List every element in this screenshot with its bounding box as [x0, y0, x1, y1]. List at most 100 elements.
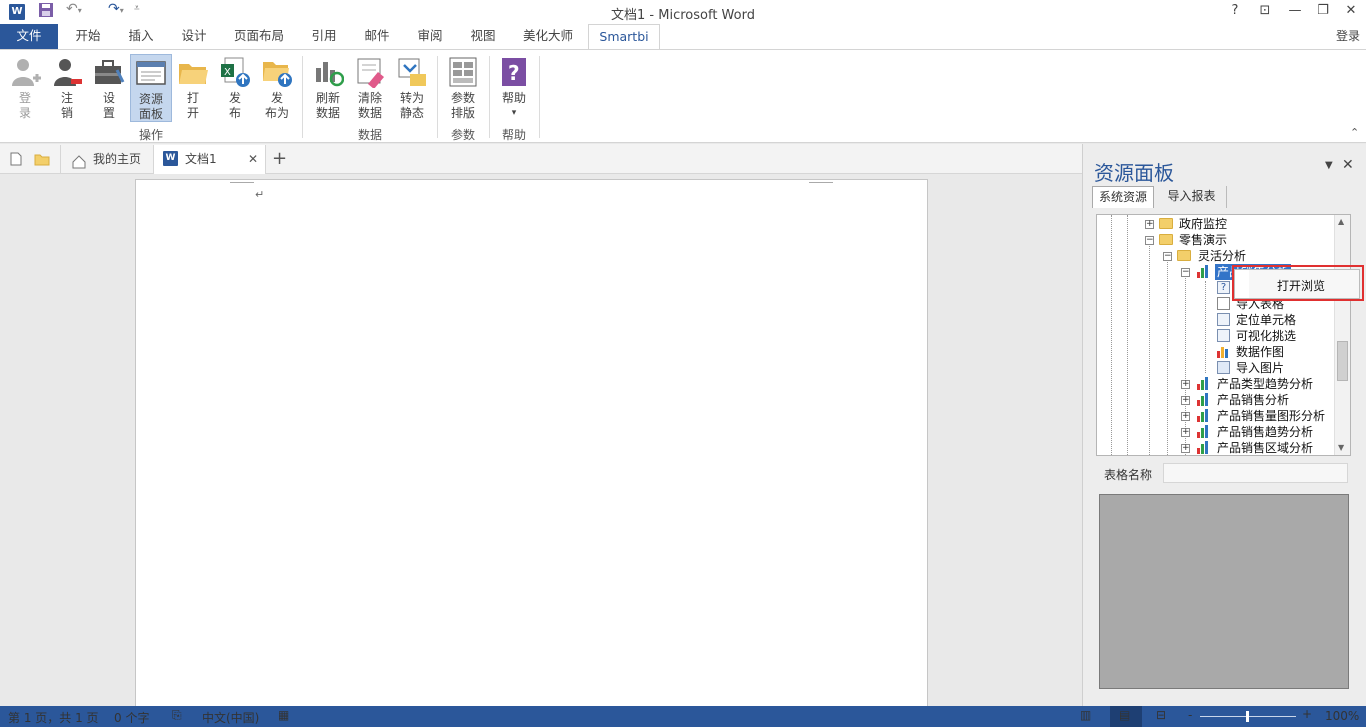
collapse-toggle[interactable]: −: [1181, 268, 1190, 277]
expand-toggle[interactable]: +: [1181, 428, 1190, 437]
tab-document[interactable]: W 文档1 ✕: [154, 145, 266, 174]
expand-toggle[interactable]: +: [1181, 444, 1190, 453]
tree-item-sales-region[interactable]: 产品销售区域分析: [1217, 440, 1313, 455]
collapse-toggle[interactable]: −: [1163, 252, 1172, 261]
tab-mailings[interactable]: 邮件: [352, 24, 402, 50]
margin-mark-right: [809, 180, 833, 183]
tree-item-gov-monitor[interactable]: 政府监控: [1179, 216, 1227, 232]
macro-icon[interactable]: ▦: [278, 708, 289, 722]
report-chart-icon: [1197, 393, 1211, 406]
tab-my-home[interactable]: 我的主页: [60, 145, 154, 174]
preview-area: [1099, 494, 1349, 689]
group-label-help: 帮助: [501, 128, 526, 142]
word-doc-icon: W: [163, 151, 178, 166]
resource-tree[interactable]: + 政府监控 − 零售演示 − 灵活分析 − 产品销售分析 ? 导入表格 定位单…: [1096, 214, 1351, 456]
tab-import-report[interactable]: 导入报表: [1157, 186, 1227, 208]
tab-file[interactable]: 文件: [0, 24, 58, 50]
proofing-icon[interactable]: ⎘: [172, 708, 182, 723]
tab-references[interactable]: 引用: [298, 24, 350, 50]
web-layout-icon[interactable]: ⊟: [1156, 708, 1166, 722]
publish-button[interactable]: X 发 布: [216, 54, 254, 122]
expand-toggle[interactable]: +: [1145, 220, 1154, 229]
expand-toggle[interactable]: +: [1181, 380, 1190, 389]
scroll-up-icon[interactable]: ▲: [1338, 217, 1344, 226]
print-layout-icon[interactable]: ▤: [1119, 708, 1130, 722]
tab-view[interactable]: 视图: [458, 24, 508, 50]
open-button[interactable]: 打 开: [174, 54, 212, 122]
tree-item-product-sales[interactable]: 产品销售分析: [1217, 392, 1289, 408]
tab-smartbi[interactable]: Smartbi: [588, 24, 660, 51]
tree-item-sales-volume-chart[interactable]: 产品销售量图形分析: [1217, 408, 1325, 424]
pane-close-icon[interactable]: ✕: [1342, 157, 1354, 173]
clear-data-button[interactable]: 清除 数据: [350, 54, 390, 122]
zoom-slider-thumb[interactable]: [1246, 711, 1249, 722]
data-chart-icon: [1217, 345, 1231, 358]
status-word-count[interactable]: 0 个字: [114, 709, 149, 726]
read-mode-icon[interactable]: ▥: [1080, 708, 1091, 722]
status-page[interactable]: 第 1 页，共 1 页: [8, 709, 99, 726]
expand-toggle[interactable]: +: [1181, 412, 1190, 421]
expand-toggle[interactable]: +: [1181, 396, 1190, 405]
ribbon-separator: [437, 56, 438, 138]
status-language[interactable]: 中文(中国): [202, 709, 259, 726]
publish-label-1: 发: [228, 91, 241, 105]
tab-insert[interactable]: 插入: [116, 24, 166, 50]
collapse-toggle[interactable]: −: [1145, 236, 1154, 245]
clear-label-1: 清除: [357, 91, 382, 105]
pane-options-icon[interactable]: ▼: [1325, 160, 1333, 171]
settings-button[interactable]: 设 置: [90, 54, 128, 122]
resource-panel-button[interactable]: 资源 面板: [130, 54, 172, 122]
scroll-thumb[interactable]: [1337, 341, 1348, 381]
tree-item-locate-cell[interactable]: 定位单元格: [1236, 312, 1296, 328]
tree-item-retail-demo[interactable]: 零售演示: [1179, 232, 1227, 248]
open-label-2: 开: [186, 106, 199, 120]
publish-as-button[interactable]: 发 布为: [258, 54, 296, 122]
refresh-label-1: 刷新: [315, 91, 340, 105]
to-static-button[interactable]: 转为 静态: [392, 54, 432, 122]
zoom-in-button[interactable]: +: [1302, 707, 1312, 721]
eraser-icon: [354, 56, 386, 89]
tree-item-flex-analysis[interactable]: 灵活分析: [1198, 248, 1246, 264]
tree-guide: [1127, 215, 1128, 455]
scroll-down-icon[interactable]: ▼: [1338, 443, 1344, 452]
help-label-1: 帮助: [501, 91, 526, 105]
tree-item-product-type-trend[interactable]: 产品类型趋势分析: [1217, 376, 1313, 392]
panel-icon: [135, 57, 167, 89]
help-ribbon-button[interactable]: ? 帮助 ▾: [494, 54, 534, 122]
tab-meihua[interactable]: 美化大师: [510, 24, 586, 50]
tree-scrollbar[interactable]: ▲ ▼: [1334, 215, 1350, 455]
group-label-operations: 操作: [138, 128, 163, 142]
collapse-ribbon-icon[interactable]: ⌃: [1350, 126, 1359, 139]
tab-page-layout[interactable]: 页面布局: [222, 24, 296, 50]
minimize-button[interactable]: —: [1282, 3, 1308, 18]
new-doc-icon[interactable]: [10, 152, 22, 169]
add-tab-icon[interactable]: +: [272, 145, 292, 174]
login-link[interactable]: 登录: [1330, 24, 1366, 50]
report-chart-icon: [1197, 425, 1211, 438]
group-label-data: 数据: [357, 128, 382, 142]
tree-item-import-image[interactable]: 导入图片: [1236, 360, 1284, 376]
login-button[interactable]: 登 录: [6, 54, 44, 122]
close-button[interactable]: ✕: [1338, 3, 1364, 18]
refresh-label-2: 数据: [315, 106, 340, 120]
tab-system-resources[interactable]: 系统资源: [1092, 186, 1154, 208]
tab-design[interactable]: 设计: [168, 24, 220, 50]
tab-review[interactable]: 审阅: [404, 24, 456, 50]
folder-publish-icon: [261, 56, 293, 88]
document-page[interactable]: ↵: [135, 179, 928, 719]
open-folder-icon[interactable]: [34, 153, 50, 169]
close-tab-icon[interactable]: ✕: [248, 145, 258, 173]
zoom-level[interactable]: 100%: [1325, 709, 1359, 723]
maximize-button[interactable]: ❐: [1310, 3, 1336, 18]
tree-item-visual-pick[interactable]: 可视化挑选: [1236, 328, 1296, 344]
tree-item-sales-trend[interactable]: 产品销售趋势分析: [1217, 424, 1313, 440]
logout-button[interactable]: 注 销: [48, 54, 86, 122]
tab-home[interactable]: 开始: [62, 24, 114, 50]
help-button[interactable]: ?: [1222, 3, 1248, 18]
ribbon-display-options-icon[interactable]: ⊡: [1252, 3, 1278, 18]
table-name-field[interactable]: [1163, 463, 1348, 483]
tree-item-data-chart[interactable]: 数据作图: [1236, 344, 1284, 360]
refresh-data-button[interactable]: 刷新 数据: [308, 54, 348, 122]
param-layout-button[interactable]: 参数 排版: [442, 54, 484, 122]
zoom-out-button[interactable]: -: [1188, 708, 1192, 722]
